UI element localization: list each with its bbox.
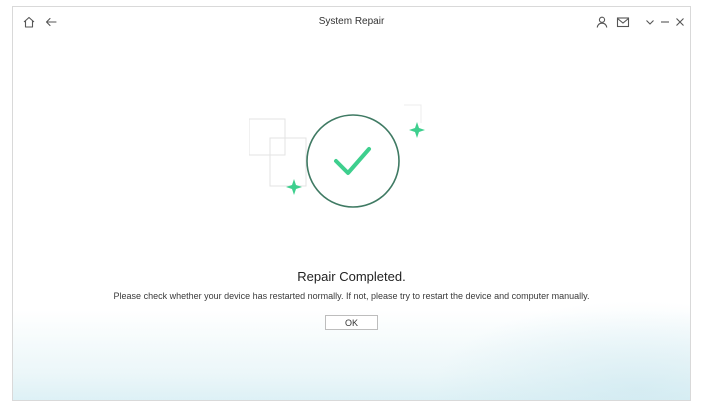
decorative-frame (269, 137, 307, 187)
window-title: System Repair (318, 16, 385, 27)
sparkle-icon (409, 122, 425, 138)
user-icon[interactable] (593, 13, 611, 31)
repair-complete-illustration (249, 104, 425, 208)
result-message: Please check whether your device has res… (113, 291, 590, 301)
check-circle-icon (306, 114, 400, 208)
mail-icon[interactable] (614, 13, 632, 31)
ok-button[interactable]: OK (325, 315, 378, 330)
close-icon[interactable] (671, 13, 689, 31)
result-heading: Repair Completed. (297, 269, 406, 284)
decorative-background-glow (430, 300, 690, 400)
decorative-frame (404, 104, 422, 123)
decorative-frame (249, 118, 286, 156)
title-bar: System Repair (13, 7, 690, 37)
system-repair-window: System Repair Repair Completed. Please c… (12, 6, 691, 401)
sparkle-icon (286, 179, 302, 195)
